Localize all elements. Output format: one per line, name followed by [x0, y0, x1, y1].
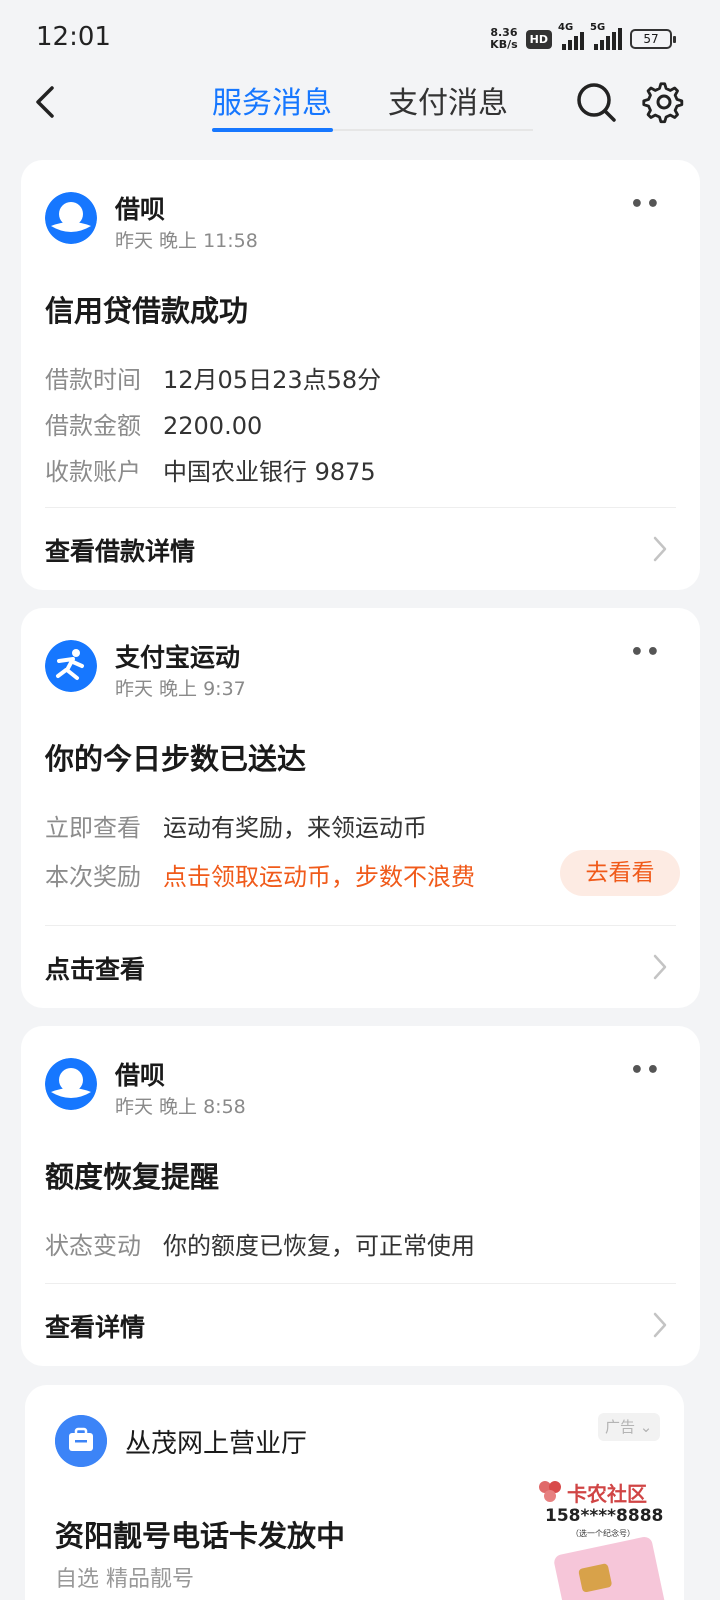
message-card-sport[interactable]: 支付宝运动 昨天 晚上 9:37 •• 你的今日步数已送达 立即查看 运动有奖励，… — [21, 608, 700, 1008]
watermark-brand: 卡农社区 — [567, 1482, 647, 1506]
detail-value: 运动有奖励，来领运动币 — [163, 814, 427, 842]
detail-row: 立即查看 运动有奖励，来领运动币 — [45, 808, 427, 843]
more-options-icon[interactable]: •• — [630, 1058, 662, 1083]
watermark: 卡农社区 158****8888 （选一个纪念号） — [535, 1478, 675, 1548]
detail-row: 状态变动 你的额度已恢复，可正常使用 — [45, 1226, 475, 1261]
detail-row: 本次奖励 点击领取运动币，步数不浪费 — [45, 857, 475, 892]
gear-icon[interactable] — [642, 80, 686, 124]
reward-value: 点击领取运动币，步数不浪费 — [163, 863, 475, 891]
active-tab-indicator — [212, 128, 333, 132]
message-card-limit-restored[interactable]: 借呗 昨天 晚上 8:58 •• 额度恢复提醒 状态变动 你的额度已恢复，可正常使… — [21, 1026, 700, 1366]
jiebei-logo-icon — [45, 192, 97, 244]
sim-chip — [578, 1563, 613, 1593]
tab-service-messages[interactable]: 服务消息 — [212, 78, 332, 122]
detail-row: 收款账户 中国农业银行 9875 — [45, 452, 376, 487]
more-options-icon[interactable]: •• — [630, 192, 662, 217]
status-bar: 12:01 8.36 KB/s HD 4G 5G 57 — [0, 0, 720, 78]
tab-track — [333, 129, 533, 131]
click-to-view-link[interactable]: 点击查看 — [45, 950, 145, 986]
detail-key: 借款时间 — [45, 366, 141, 394]
detail-key: 借款金额 — [45, 412, 141, 440]
signal-label-5g: 5G — [590, 22, 606, 33]
message-time: 昨天 晚上 11:58 — [115, 230, 258, 252]
divider — [45, 1283, 676, 1284]
message-title: 信用贷借款成功 — [45, 294, 249, 328]
sender-name: 借呗 — [115, 1061, 166, 1090]
detail-value: 2200.00 — [163, 412, 263, 440]
alipay-sport-logo-icon — [45, 640, 97, 692]
detail-key: 状态变动 — [45, 1232, 141, 1260]
hd-badge: HD — [525, 29, 552, 49]
flower-logo-icon — [539, 1481, 561, 1502]
divider — [45, 925, 676, 926]
chevron-right-icon — [653, 1312, 667, 1338]
detail-value: 12月05日23点58分 — [163, 366, 382, 394]
watermark-note: （选一个纪念号） — [571, 1529, 635, 1538]
chevron-down-icon: ⌄ — [635, 1418, 653, 1436]
battery-icon: 57 — [630, 29, 676, 49]
chevron-right-icon — [653, 954, 667, 980]
status-time: 12:01 — [36, 22, 111, 52]
signal-icon-5g: 5G — [590, 22, 622, 50]
message-card-loan-success[interactable]: 借呗 昨天 晚上 11:58 •• 信用贷借款成功 借款时间 12月05日23点5… — [21, 160, 700, 590]
message-time: 昨天 晚上 8:58 — [115, 1096, 246, 1118]
sender-name: 借呗 — [115, 195, 166, 224]
detail-key: 立即查看 — [45, 814, 141, 842]
more-options-icon[interactable]: •• — [630, 640, 662, 665]
status-icons: 8.36 KB/s HD 4G 5G 57 — [490, 22, 676, 54]
view-loan-details-link[interactable]: 查看借款详情 — [45, 532, 195, 568]
tab-payment-messages[interactable]: 支付消息 — [388, 78, 508, 122]
message-time: 昨天 晚上 9:37 — [115, 678, 246, 700]
detail-key: 本次奖励 — [45, 863, 141, 891]
divider — [45, 507, 676, 508]
chevron-right-icon — [653, 536, 667, 562]
go-see-button[interactable]: 去看看 — [560, 850, 680, 896]
signal-icon-4g: 4G — [558, 22, 584, 50]
view-details-link[interactable]: 查看详情 — [45, 1308, 145, 1344]
message-title: 你的今日步数已送达 — [45, 742, 307, 776]
detail-row: 借款金额 2200.00 — [45, 406, 262, 441]
ad-tag-label: 广告 — [605, 1418, 636, 1436]
header: 服务消息 支付消息 — [0, 70, 720, 140]
detail-key: 收款账户 — [45, 458, 141, 486]
ad-title: 资阳靓号电话卡发放中 — [55, 1519, 346, 1553]
network-speed: 8.36 KB/s — [490, 27, 517, 51]
ad-tag[interactable]: 广告 ⌄ — [598, 1413, 660, 1441]
jiebei-logo-icon — [45, 1058, 97, 1110]
ad-subtitle: 自选 精品靓号 — [55, 1567, 194, 1592]
detail-row: 借款时间 12月05日23点58分 — [45, 360, 381, 395]
ad-sender-name: 丛茂网上营业厅 — [125, 1429, 308, 1459]
signal-label-4g: 4G — [558, 22, 574, 33]
detail-value: 你的额度已恢复，可正常使用 — [163, 1232, 475, 1260]
watermark-number: 158****8888 — [545, 1506, 664, 1526]
detail-value: 中国农业银行 9875 — [163, 458, 376, 486]
search-icon[interactable] — [574, 80, 618, 124]
briefcase-icon — [55, 1415, 107, 1467]
message-title: 额度恢复提醒 — [45, 1160, 220, 1194]
sender-name: 支付宝运动 — [115, 643, 241, 672]
network-speed-unit: KB/s — [490, 38, 518, 51]
